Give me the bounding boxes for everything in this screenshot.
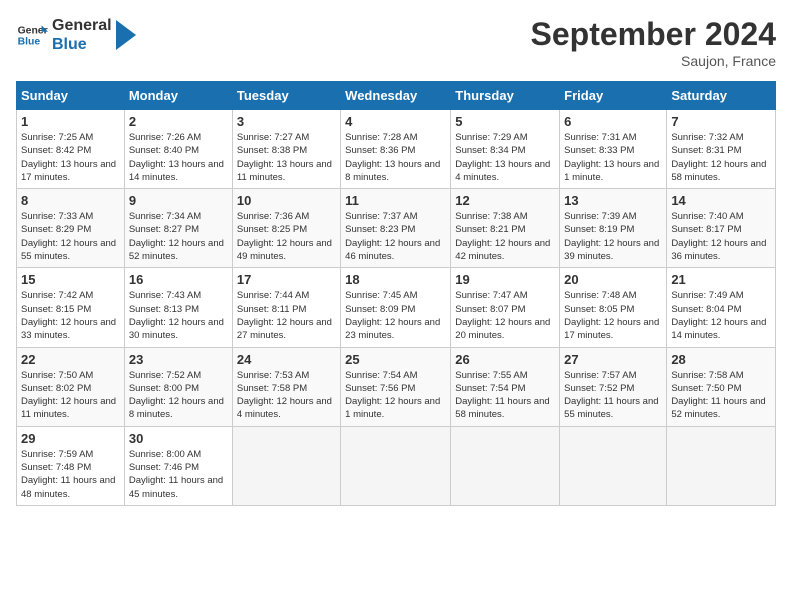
logo-general: General bbox=[52, 16, 112, 35]
header-saturday: Saturday bbox=[667, 82, 776, 110]
calendar-day-6: 6Sunrise: 7:31 AMSunset: 8:33 PMDaylight… bbox=[560, 110, 667, 189]
calendar-week-3: 15Sunrise: 7:42 AMSunset: 8:15 PMDayligh… bbox=[17, 268, 776, 347]
header-wednesday: Wednesday bbox=[341, 82, 451, 110]
calendar-table: SundayMondayTuesdayWednesdayThursdayFrid… bbox=[16, 81, 776, 506]
calendar-day-10: 10Sunrise: 7:36 AMSunset: 8:25 PMDayligh… bbox=[232, 189, 340, 268]
calendar-day-16: 16Sunrise: 7:43 AMSunset: 8:13 PMDayligh… bbox=[124, 268, 232, 347]
calendar-empty-cell bbox=[451, 426, 560, 505]
month-title: September 2024 bbox=[531, 16, 776, 53]
calendar-header-row: SundayMondayTuesdayWednesdayThursdayFrid… bbox=[17, 82, 776, 110]
calendar-day-21: 21Sunrise: 7:49 AMSunset: 8:04 PMDayligh… bbox=[667, 268, 776, 347]
page-header: General Blue General Blue September 2024… bbox=[16, 16, 776, 69]
calendar-day-11: 11Sunrise: 7:37 AMSunset: 8:23 PMDayligh… bbox=[341, 189, 451, 268]
calendar-day-26: 26Sunrise: 7:55 AMSunset: 7:54 PMDayligh… bbox=[451, 347, 560, 426]
calendar-day-24: 24Sunrise: 7:53 AMSunset: 7:58 PMDayligh… bbox=[232, 347, 340, 426]
calendar-empty-cell bbox=[341, 426, 451, 505]
calendar-day-14: 14Sunrise: 7:40 AMSunset: 8:17 PMDayligh… bbox=[667, 189, 776, 268]
calendar-day-7: 7Sunrise: 7:32 AMSunset: 8:31 PMDaylight… bbox=[667, 110, 776, 189]
calendar-day-29: 29Sunrise: 7:59 AMSunset: 7:48 PMDayligh… bbox=[17, 426, 125, 505]
header-friday: Friday bbox=[560, 82, 667, 110]
calendar-empty-cell bbox=[667, 426, 776, 505]
calendar-day-19: 19Sunrise: 7:47 AMSunset: 8:07 PMDayligh… bbox=[451, 268, 560, 347]
logo-blue: Blue bbox=[52, 35, 112, 54]
calendar-empty-cell bbox=[560, 426, 667, 505]
calendar-day-13: 13Sunrise: 7:39 AMSunset: 8:19 PMDayligh… bbox=[560, 189, 667, 268]
calendar-day-12: 12Sunrise: 7:38 AMSunset: 8:21 PMDayligh… bbox=[451, 189, 560, 268]
calendar-day-23: 23Sunrise: 7:52 AMSunset: 8:00 PMDayligh… bbox=[124, 347, 232, 426]
calendar-day-15: 15Sunrise: 7:42 AMSunset: 8:15 PMDayligh… bbox=[17, 268, 125, 347]
calendar-empty-cell bbox=[232, 426, 340, 505]
location: Saujon, France bbox=[531, 53, 776, 69]
calendar-week-1: 1Sunrise: 7:25 AMSunset: 8:42 PMDaylight… bbox=[17, 110, 776, 189]
title-block: September 2024 Saujon, France bbox=[531, 16, 776, 69]
calendar-day-30: 30Sunrise: 8:00 AMSunset: 7:46 PMDayligh… bbox=[124, 426, 232, 505]
calendar-week-4: 22Sunrise: 7:50 AMSunset: 8:02 PMDayligh… bbox=[17, 347, 776, 426]
calendar-day-5: 5Sunrise: 7:29 AMSunset: 8:34 PMDaylight… bbox=[451, 110, 560, 189]
header-monday: Monday bbox=[124, 82, 232, 110]
calendar-day-1: 1Sunrise: 7:25 AMSunset: 8:42 PMDaylight… bbox=[17, 110, 125, 189]
calendar-day-27: 27Sunrise: 7:57 AMSunset: 7:52 PMDayligh… bbox=[560, 347, 667, 426]
header-sunday: Sunday bbox=[17, 82, 125, 110]
calendar-day-22: 22Sunrise: 7:50 AMSunset: 8:02 PMDayligh… bbox=[17, 347, 125, 426]
calendar-week-2: 8Sunrise: 7:33 AMSunset: 8:29 PMDaylight… bbox=[17, 189, 776, 268]
calendar-day-25: 25Sunrise: 7:54 AMSunset: 7:56 PMDayligh… bbox=[341, 347, 451, 426]
header-tuesday: Tuesday bbox=[232, 82, 340, 110]
logo-icon: General Blue bbox=[16, 19, 48, 51]
calendar-day-20: 20Sunrise: 7:48 AMSunset: 8:05 PMDayligh… bbox=[560, 268, 667, 347]
calendar-day-4: 4Sunrise: 7:28 AMSunset: 8:36 PMDaylight… bbox=[341, 110, 451, 189]
calendar-day-2: 2Sunrise: 7:26 AMSunset: 8:40 PMDaylight… bbox=[124, 110, 232, 189]
calendar-day-17: 17Sunrise: 7:44 AMSunset: 8:11 PMDayligh… bbox=[232, 268, 340, 347]
calendar-day-28: 28Sunrise: 7:58 AMSunset: 7:50 PMDayligh… bbox=[667, 347, 776, 426]
logo: General Blue General Blue bbox=[16, 16, 136, 54]
calendar-week-5: 29Sunrise: 7:59 AMSunset: 7:48 PMDayligh… bbox=[17, 426, 776, 505]
logo-arrow-icon bbox=[116, 20, 136, 50]
header-thursday: Thursday bbox=[451, 82, 560, 110]
calendar-day-8: 8Sunrise: 7:33 AMSunset: 8:29 PMDaylight… bbox=[17, 189, 125, 268]
calendar-day-3: 3Sunrise: 7:27 AMSunset: 8:38 PMDaylight… bbox=[232, 110, 340, 189]
svg-text:Blue: Blue bbox=[18, 37, 41, 48]
calendar-day-18: 18Sunrise: 7:45 AMSunset: 8:09 PMDayligh… bbox=[341, 268, 451, 347]
calendar-day-9: 9Sunrise: 7:34 AMSunset: 8:27 PMDaylight… bbox=[124, 189, 232, 268]
